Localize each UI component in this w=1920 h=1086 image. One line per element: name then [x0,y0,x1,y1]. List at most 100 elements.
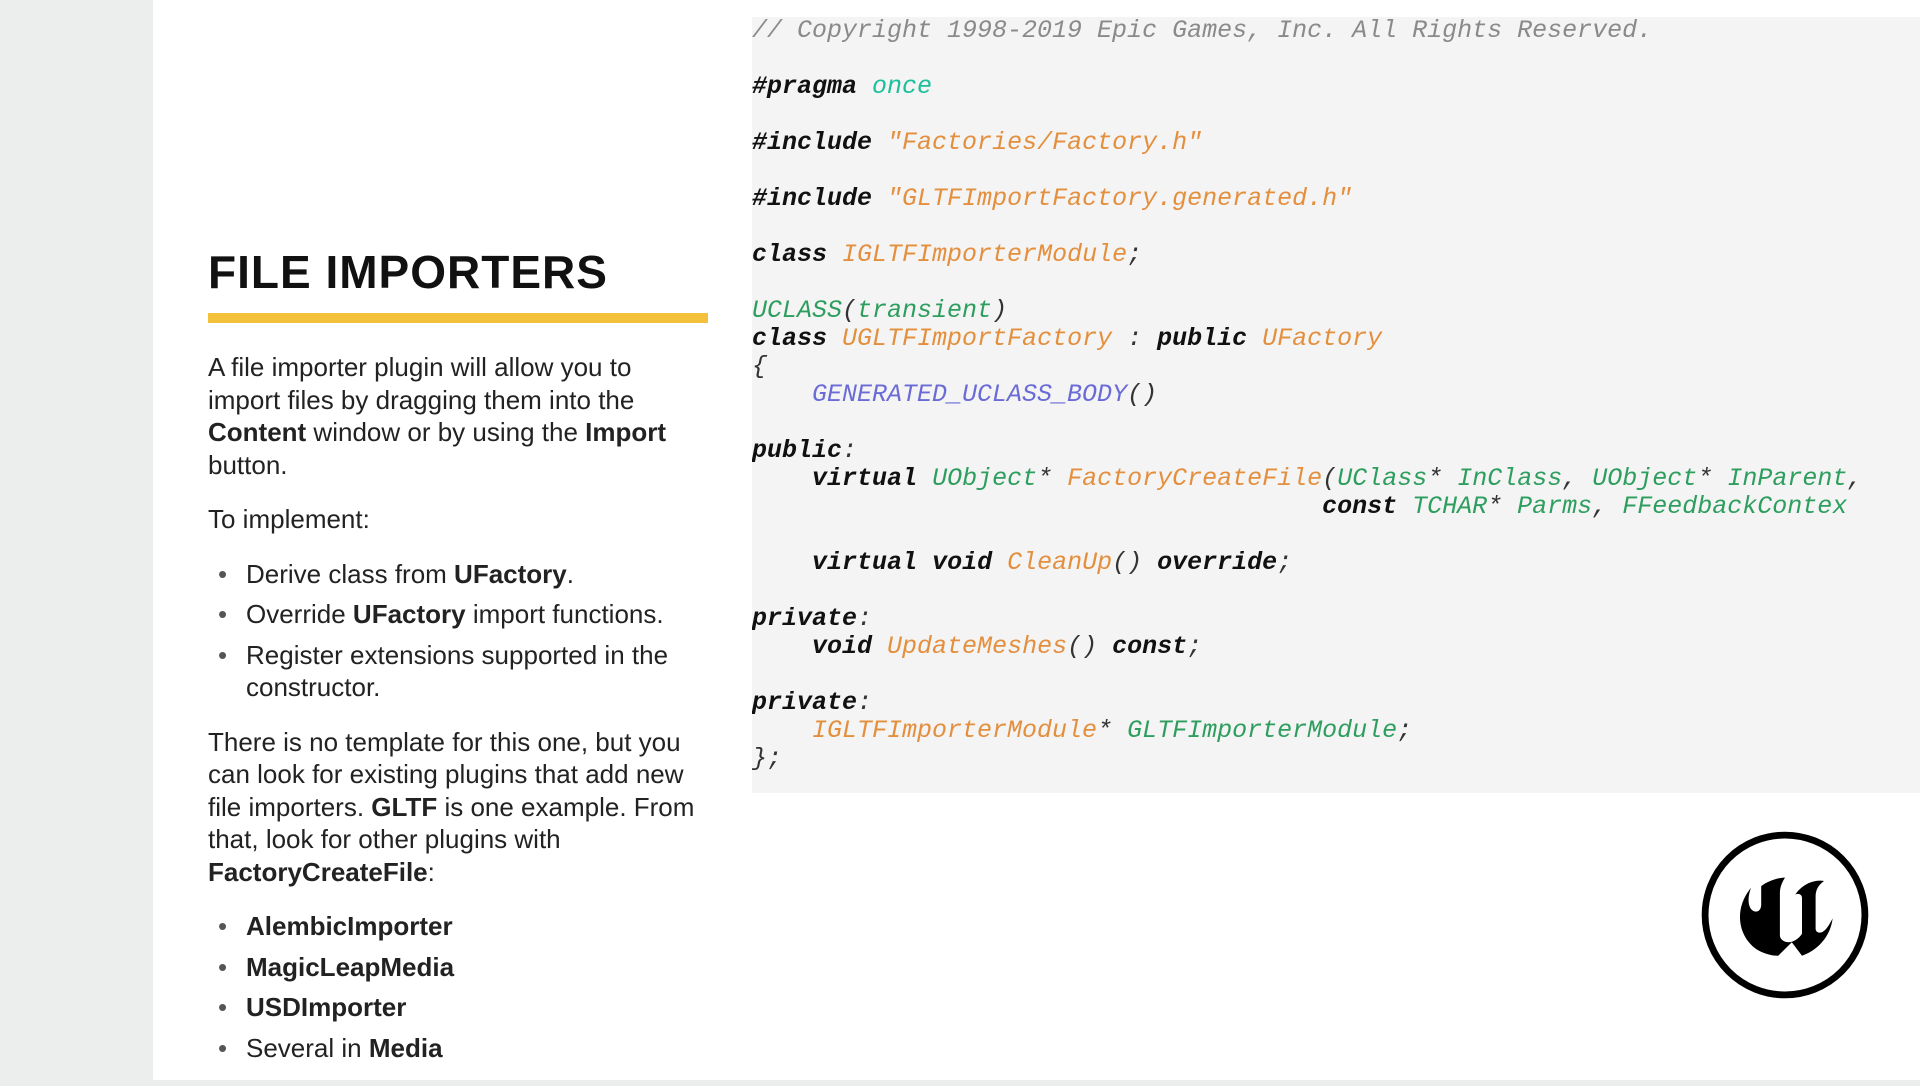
code-kw-public: public [1157,324,1247,353]
list-item: Derive class from UFactory. [236,558,708,591]
code-type: UObject [1592,464,1697,493]
code-kw-virtual: virtual [812,464,917,493]
title-underline [208,313,708,323]
code-punct: * [1487,492,1502,521]
code-punct: ( [842,296,857,325]
code-brace: { [752,352,767,381]
code-type: UObject [932,464,1037,493]
code-include: #include [752,128,872,157]
intro-paragraph: A file importer plugin will allow you to… [208,351,708,481]
code-punct: : [857,604,872,633]
code-indent [752,716,812,745]
code-punct: , [1562,464,1577,493]
plugin-media: Media [369,1033,443,1063]
code-punct: : [857,688,872,717]
plugin-magicleap: MagicLeapMedia [246,952,454,982]
code-punct: () [1112,548,1142,577]
code-type: UClass [1337,464,1427,493]
nt-e: : [428,857,435,887]
code-punct: ) [992,296,1007,325]
code-include-path: "GLTFImportFactory.generated.h" [887,184,1352,213]
code-punct: : [1112,324,1157,353]
code-kw-private: private [752,604,857,633]
code-pragma: #pragma [752,72,857,101]
code-kw-public: public [752,436,842,465]
code-func: FactoryCreateFile [1067,464,1322,493]
code-punct: ; [1187,632,1202,661]
code-type: TCHAR [1412,492,1487,521]
code-kw-const: const [1322,492,1397,521]
code-kw-override: override [1157,548,1277,577]
code-punct: , [1847,464,1862,493]
code-indent [752,548,812,577]
code-block: // Copyright 1998-2019 Epic Games, Inc. … [752,17,1920,793]
plugin-alembic: AlembicImporter [246,911,453,941]
list-item: Several in Media [236,1032,708,1065]
list-item: Override UFactory import functions. [236,598,708,631]
code-kw-class: class [752,324,827,353]
intro-import-bold: Import [585,417,666,447]
code-type: UFactory [1262,324,1382,353]
plugin-usd: USDImporter [246,992,406,1022]
implement-list: Derive class from UFactory. Override UFa… [208,558,708,704]
intro-content-bold: Content [208,417,306,447]
impl1-b: UFactory [353,599,466,629]
code-param: Parms [1517,492,1592,521]
code-include: #include [752,184,872,213]
body-text: A file importer plugin will allow you to… [208,351,708,1064]
code-kw-const: const [1112,632,1187,661]
impl0-b: UFactory [454,559,567,589]
code-punct: * [1097,716,1112,745]
intro-t4: button. [208,450,288,480]
code-punct: ; [1277,548,1292,577]
plugin-several-a: Several in [246,1033,369,1063]
list-item: Register extensions supported in the con… [236,639,708,704]
code-type: IGLTFImporterModule [842,240,1127,269]
code-type: FFeedbackContex [1622,492,1847,521]
code-param: InClass [1457,464,1562,493]
code-type: UGLTFImportFactory [842,324,1112,353]
impl0-c: . [567,559,574,589]
code-punct: () [1127,380,1157,409]
code-genbody: GENERATED_UCLASS_BODY [812,380,1127,409]
code-punct: * [1037,464,1052,493]
intro-t0: A file importer plugin will allow you to… [208,352,634,415]
code-var: GLTFImporterModule [1127,716,1397,745]
code-punct: : [842,436,857,465]
code-transient: transient [857,296,992,325]
list-item: MagicLeapMedia [236,951,708,984]
code-punct: ( [1322,464,1337,493]
nt-fcf: FactoryCreateFile [208,857,428,887]
code-param: InParent [1727,464,1847,493]
code-comment: // Copyright 1998-2019 Epic Games, Inc. … [752,17,1652,45]
no-template-paragraph: There is no template for this one, but y… [208,726,708,889]
code-punct: ; [1127,240,1142,269]
impl1-c: import functions. [466,599,664,629]
code-punct: , [1592,492,1607,521]
impl0-a: Derive class from [246,559,454,589]
list-item: USDImporter [236,991,708,1024]
code-uclass: UCLASS [752,296,842,325]
code-indent [752,492,1322,521]
code-punct: ; [1397,716,1412,745]
code-once: once [872,72,932,101]
left-column: FILE IMPORTERS A file importer plugin wi… [208,245,708,1086]
code-include-path: "Factories/Factory.h" [887,128,1202,157]
slide: FILE IMPORTERS A file importer plugin wi… [153,0,1920,1080]
code-func: UpdateMeshes [887,632,1067,661]
plugin-list: AlembicImporter MagicLeapMedia USDImport… [208,910,708,1064]
code-kw-virtual: virtual [812,548,917,577]
implement-label: To implement: [208,503,708,536]
code-punct: * [1427,464,1442,493]
code-indent [752,464,812,493]
code-kw-private: private [752,688,857,717]
code-indent [752,632,812,661]
nt-gltf: GLTF [371,792,437,822]
code-kw-void: void [812,632,872,661]
code-brace: }; [752,744,782,773]
unreal-logo-icon [1700,830,1870,1000]
intro-t2: window or by using the [306,417,585,447]
page-title: FILE IMPORTERS [208,245,708,299]
code-type: IGLTFImporterModule [812,716,1097,745]
impl1-a: Override [246,599,353,629]
